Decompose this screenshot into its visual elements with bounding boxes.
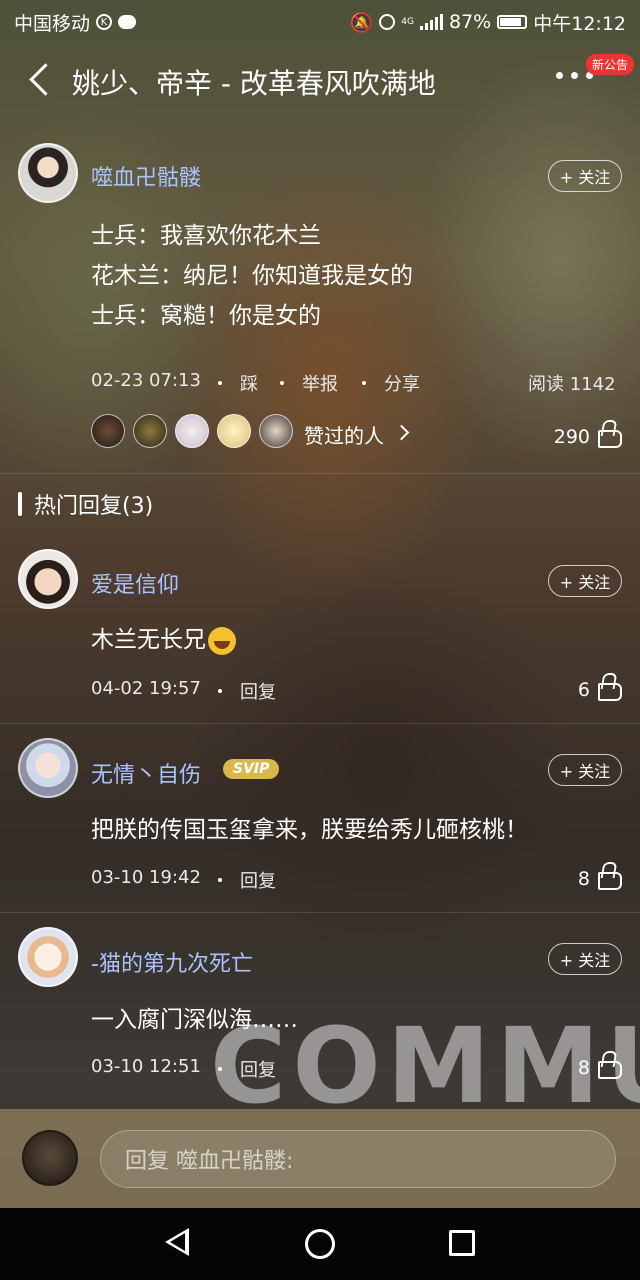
mute-icon: 🔕 (349, 11, 374, 34)
reply-input[interactable]: 回复 噬血卍骷髅: (100, 1130, 616, 1188)
app-screen: COMMUN 中国移动 K 🔕 4G 87% 中午12:12 姚少、帝辛 - 改… (0, 0, 640, 1280)
liker-avatar (259, 414, 293, 448)
liker-avatar (91, 414, 125, 448)
comment-text: 一入腐门深似海…… (91, 1007, 298, 1033)
section-bar (18, 492, 22, 516)
nav-recent-icon[interactable] (449, 1230, 475, 1256)
separator-dot (218, 381, 222, 385)
view-count: 阅读 1142 (528, 374, 616, 395)
comment-avatar[interactable] (18, 738, 78, 798)
divider (0, 723, 640, 724)
comment-text-content: 木兰无长兄 (91, 627, 206, 653)
divider (0, 473, 640, 474)
navigation-bar (0, 1208, 640, 1280)
reply-button[interactable]: 回复 (240, 1056, 276, 1082)
follow-button[interactable]: + 关注 (548, 943, 622, 975)
separator-dot (280, 381, 284, 385)
current-user-avatar[interactable] (22, 1130, 78, 1186)
reply-button[interactable]: 回复 (240, 867, 276, 893)
liker-avatar (217, 414, 251, 448)
comment-like-count: 8 (577, 1057, 590, 1079)
nav-home-icon[interactable] (305, 1229, 335, 1259)
hot-replies-label: 热门回复(3) (34, 494, 154, 519)
comment-text: 把朕的传国玉玺拿来，朕要给秀儿砸核桃！ (91, 817, 528, 843)
follow-button[interactable]: + 关注 (548, 565, 622, 597)
post-line-2: 花木兰：纳尼！你知道我是女的 (91, 263, 413, 289)
status-left: 中国移动 K (14, 9, 137, 36)
comment-username[interactable]: 爱是信仰 (91, 567, 179, 599)
back-icon[interactable] (20, 60, 60, 100)
hd-icon: K (96, 14, 113, 30)
hot-replies-header: 热门回复(3) (18, 488, 153, 520)
post-time: 02-23 07:13 (91, 370, 201, 391)
comment-like-count: 8 (577, 868, 590, 890)
clock: 中午12:12 (533, 12, 626, 35)
comment-time: 03-10 12:51 (91, 1056, 201, 1077)
more-dots-icon[interactable] (556, 72, 593, 79)
nav-back-icon[interactable] (165, 1228, 189, 1256)
post-like-count: 290 (553, 426, 590, 448)
comment-time: 04-02 19:57 (91, 678, 201, 699)
report-button[interactable]: 举报 (302, 370, 338, 396)
network-type: 4G (401, 17, 414, 27)
follow-button[interactable]: + 关注 (548, 160, 622, 192)
alarm-icon (379, 14, 396, 30)
message-icon (118, 15, 137, 29)
battery-percent: 87% (449, 11, 492, 33)
status-bar: 中国移动 K 🔕 4G 87% 中午12:12 (0, 0, 640, 44)
comment-text: 木兰无长兄 (91, 620, 236, 660)
liker-avatar (133, 414, 167, 448)
comment-like-count: 6 (577, 679, 590, 701)
thumbs-up-icon[interactable] (596, 1051, 622, 1079)
page-title: 姚少、帝辛 - 改革春风吹满地 (72, 67, 436, 100)
comment-avatar[interactable] (18, 927, 78, 987)
comment-avatar[interactable] (18, 549, 78, 609)
author-avatar[interactable] (18, 143, 78, 203)
title-bar: 姚少、帝辛 - 改革春风吹满地 (0, 50, 640, 114)
follow-button[interactable]: + 关注 (548, 754, 622, 786)
signal-icon (420, 14, 443, 30)
comment-username[interactable]: -猫的第九次死亡 (91, 946, 253, 978)
comment-time: 03-10 19:42 (91, 867, 201, 888)
separator-dot (218, 878, 222, 882)
battery-icon (497, 15, 528, 29)
share-button[interactable]: 分享 (384, 370, 420, 396)
liker-avatars[interactable] (91, 414, 293, 448)
author-name[interactable]: 噬血卍骷髅 (91, 160, 201, 192)
post-line-1: 士兵：我喜欢你花木兰 (91, 223, 321, 249)
likers-link[interactable]: 赞过的人 (304, 420, 384, 449)
thumbs-up-icon[interactable] (596, 673, 622, 701)
svip-badge: SVIP (223, 759, 280, 779)
reply-placeholder: 回复 噬血卍骷髅: (125, 1149, 294, 1174)
separator-dot (218, 1067, 222, 1071)
separator-dot (218, 689, 222, 693)
post-line-3: 士兵：窝糙！你是女的 (91, 303, 321, 329)
carrier-label: 中国移动 (14, 12, 91, 35)
reply-button[interactable]: 回复 (240, 678, 276, 704)
divider (0, 912, 640, 913)
separator-dot (362, 381, 366, 385)
laughing-face-icon (208, 626, 236, 655)
dislike-button[interactable]: 踩 (240, 370, 258, 396)
notice-badge[interactable]: 新公告 (586, 54, 635, 75)
thumbs-up-icon[interactable] (596, 420, 622, 448)
liker-avatar (175, 414, 209, 448)
status-right: 🔕 4G 87% 中午12:12 (350, 9, 626, 36)
comment-username[interactable]: 无情丶自伤 (91, 757, 201, 789)
thumbs-up-icon[interactable] (596, 862, 622, 890)
